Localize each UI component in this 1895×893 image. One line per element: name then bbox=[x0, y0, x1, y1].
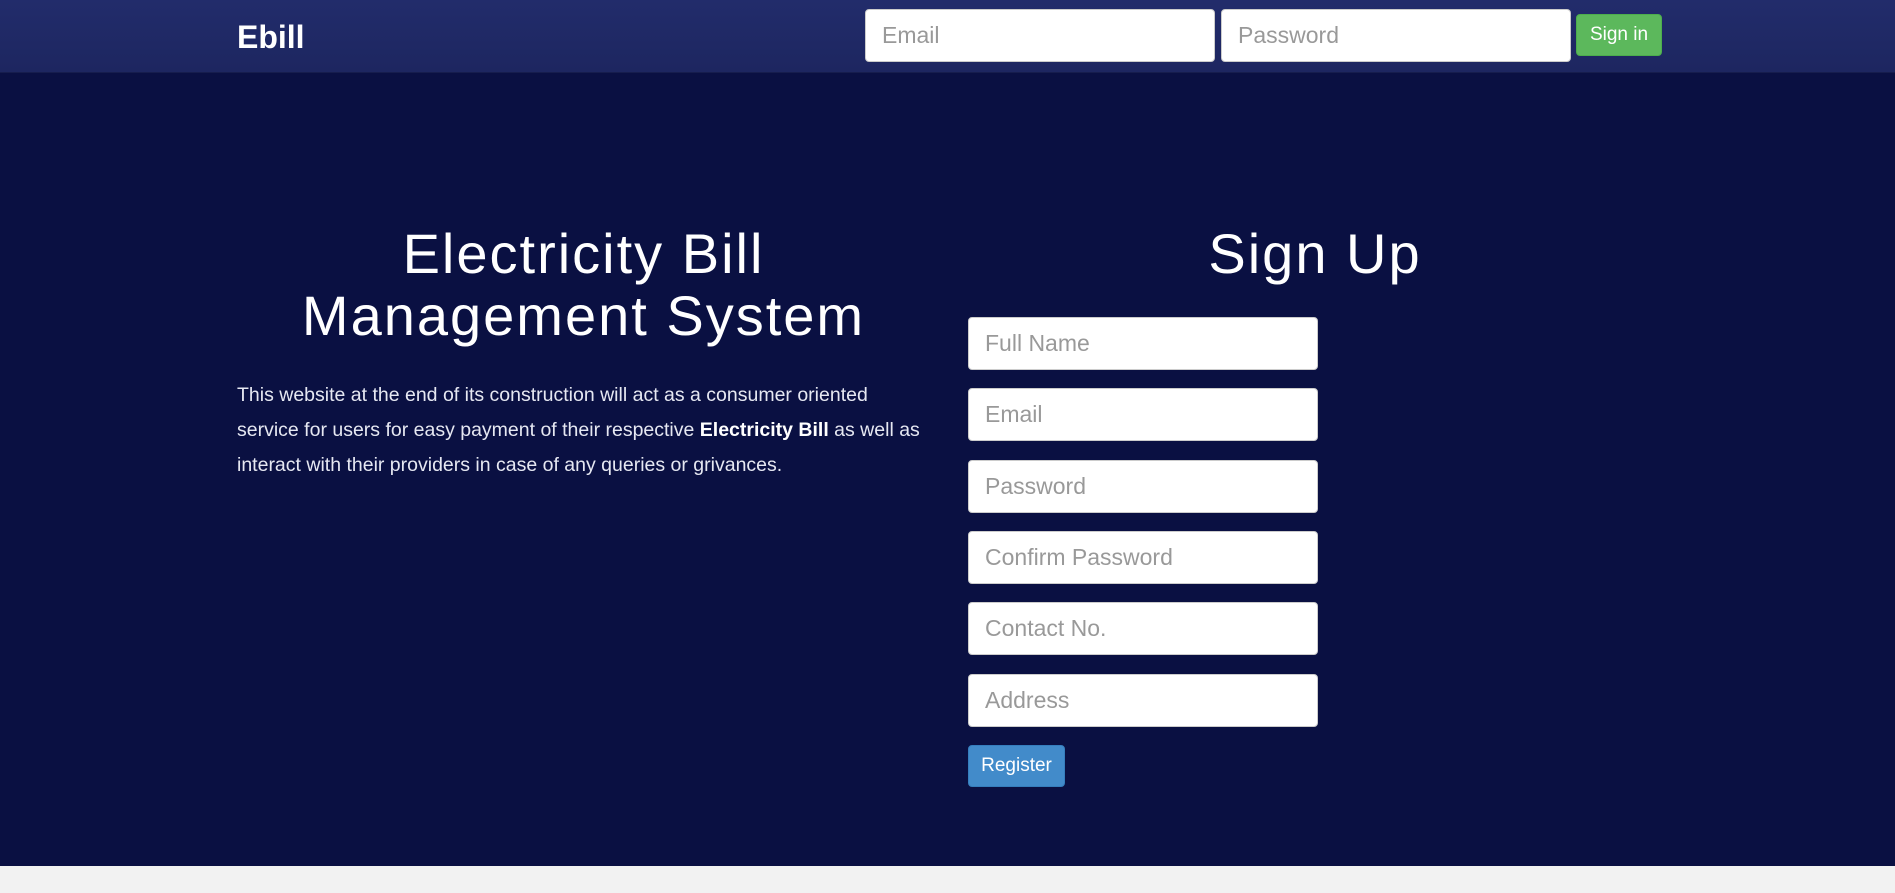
brand-logo-link[interactable]: Ebill bbox=[237, 17, 305, 57]
register-password-input[interactable] bbox=[968, 460, 1318, 513]
signup-title: Sign Up bbox=[1208, 222, 1422, 285]
signin-button[interactable]: Sign in bbox=[1576, 14, 1662, 56]
signin-email-input[interactable] bbox=[865, 9, 1215, 62]
hero-description-highlight: Electricity Bill bbox=[699, 419, 829, 441]
hero-title: Electricity Bill Management System bbox=[237, 223, 930, 347]
hero-title-line1: Electricity Bill bbox=[402, 222, 765, 285]
contact-number-input[interactable] bbox=[968, 602, 1318, 655]
page: Ebill Sign in Electricity Bill Managemen… bbox=[0, 0, 1895, 893]
hero-description: This website at the end of its construct… bbox=[237, 378, 927, 483]
top-navbar: Ebill Sign in bbox=[0, 0, 1895, 73]
hero-title-line2: Management System bbox=[301, 284, 866, 347]
register-button[interactable]: Register bbox=[968, 745, 1065, 787]
register-email-input[interactable] bbox=[968, 388, 1318, 441]
confirm-password-input[interactable] bbox=[968, 531, 1318, 584]
full-name-input[interactable] bbox=[968, 317, 1318, 370]
signin-password-input[interactable] bbox=[1221, 9, 1571, 62]
address-input[interactable] bbox=[968, 674, 1318, 727]
